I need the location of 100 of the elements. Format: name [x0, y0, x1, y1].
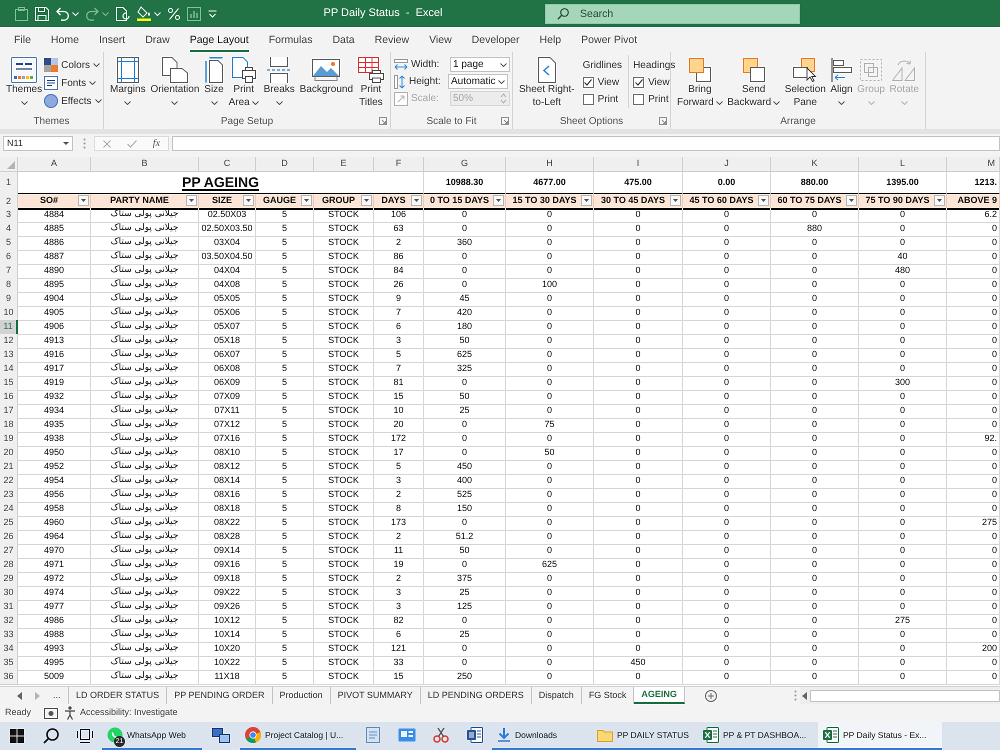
formula-field[interactable] — [172, 136, 1000, 151]
ribbon-tab[interactable]: Insert — [98, 31, 126, 52]
row-number[interactable]: 29 — [0, 572, 18, 586]
ribbon-button[interactable]: Breaks — [262, 55, 297, 109]
filter-button[interactable] — [361, 195, 372, 206]
column-letter[interactable]: I — [594, 157, 683, 172]
ribbon-button[interactable]: Orientation — [148, 55, 202, 109]
ribbon-button[interactable]: Themes — [4, 55, 44, 109]
undo-icon[interactable] — [56, 6, 69, 20]
dropdown[interactable]: Automatic — [448, 74, 508, 89]
filter-button[interactable] — [934, 195, 945, 206]
ribbon-tab[interactable]: Review — [374, 31, 410, 52]
taskbar-button[interactable]: Project Catalog | U... — [240, 722, 356, 750]
save-icon[interactable] — [35, 6, 49, 20]
dialog-launcher-icon[interactable] — [501, 117, 509, 125]
ribbon-button[interactable]: Selection Pane — [782, 55, 828, 109]
percent-icon[interactable] — [168, 8, 180, 20]
row-number[interactable]: 21 — [0, 460, 18, 474]
column-letter[interactable]: J — [683, 157, 771, 172]
row-number[interactable]: 7 — [0, 264, 18, 278]
column-letter[interactable]: A — [18, 157, 91, 172]
filter-button[interactable] — [411, 195, 422, 206]
row-number[interactable]: 32 — [0, 614, 18, 628]
column-letter[interactable]: M — [947, 157, 1000, 172]
row-number[interactable]: 30 — [0, 586, 18, 600]
add-sheet-icon[interactable] — [704, 690, 717, 702]
row-number[interactable]: 16 — [0, 390, 18, 404]
column-letter[interactable]: D — [256, 157, 314, 172]
ribbon-button[interactable]: Margins — [108, 55, 148, 109]
filter-button[interactable] — [186, 195, 197, 206]
column-letter[interactable]: B — [91, 157, 199, 172]
row-number[interactable]: 14 — [0, 362, 18, 376]
row-number[interactable]: 35 — [0, 656, 18, 670]
row-number[interactable]: 31 — [0, 600, 18, 614]
customize-icon[interactable] — [208, 10, 217, 18]
row-number[interactable]: 25 — [0, 516, 18, 530]
row-number[interactable]: 23 — [0, 488, 18, 502]
row-number[interactable]: 3 — [0, 208, 18, 222]
row-number[interactable]: 6 — [0, 250, 18, 264]
fill-color-icon[interactable] — [137, 6, 151, 21]
ribbon-tab[interactable]: Power Pivot — [581, 31, 638, 52]
filter-button[interactable] — [243, 195, 254, 206]
checkbox[interactable] — [582, 77, 594, 88]
checkbox[interactable] — [633, 77, 644, 88]
scroll-left-icon[interactable] — [17, 692, 22, 700]
filter-button[interactable] — [493, 195, 504, 206]
more-sheets-button[interactable]: ... — [53, 691, 61, 700]
checkbox-label[interactable]: Print — [598, 92, 618, 107]
column-letter[interactable]: H — [506, 157, 594, 172]
checkbox-label[interactable]: View — [598, 75, 620, 90]
ribbon-tab[interactable]: File — [14, 31, 31, 52]
dropdown[interactable]: 1 page — [450, 57, 510, 72]
checkbox[interactable] — [582, 94, 594, 105]
row-number[interactable]: 10 — [0, 306, 18, 320]
row-number[interactable]: 18 — [0, 418, 18, 432]
column-letter[interactable]: F — [374, 157, 424, 172]
row-number[interactable]: 4 — [0, 222, 18, 236]
ribbon-button[interactable]: Bring Forward — [675, 55, 725, 109]
checkbox-label[interactable]: View — [648, 75, 670, 90]
column-letter[interactable]: E — [314, 157, 374, 172]
row-number[interactable]: 26 — [0, 530, 18, 544]
taskbar-button[interactable]: PP DAILY STATUS — [592, 722, 698, 750]
row-number[interactable]: 33 — [0, 628, 18, 642]
insert-function-button[interactable]: fx — [152, 138, 160, 148]
row-number[interactable]: 27 — [0, 544, 18, 558]
row-number[interactable]: 1 — [0, 172, 18, 195]
column-letter[interactable]: L — [859, 157, 947, 172]
filter-button[interactable] — [581, 195, 592, 206]
row-number[interactable]: 22 — [0, 474, 18, 488]
search-field[interactable]: Search — [545, 4, 800, 24]
checkbox-label[interactable]: Print — [648, 92, 669, 107]
filter-button[interactable] — [758, 195, 769, 206]
ribbon-button[interactable]: Send Backward — [725, 55, 782, 109]
row-number[interactable]: 36 — [0, 670, 18, 684]
filter-button[interactable] — [846, 195, 857, 206]
task-view-icon[interactable] — [77, 729, 93, 743]
taskbar-button[interactable]: PP Daily Status - Ex... — [818, 722, 942, 750]
filter-button[interactable] — [78, 195, 89, 206]
filter-button[interactable] — [670, 195, 681, 206]
row-number[interactable]: 34 — [0, 642, 18, 656]
ribbon-tab[interactable]: Formulas — [268, 31, 312, 52]
start-icon[interactable] — [10, 729, 24, 743]
row-number[interactable]: 12 — [0, 334, 18, 348]
ribbon-tab[interactable]: Developer — [472, 31, 520, 52]
ribbon-button[interactable]: Print Titles — [356, 55, 386, 109]
name-box[interactable]: N11 — [3, 136, 73, 151]
column-letter[interactable]: G — [424, 157, 506, 172]
splitter-handle-icon[interactable] — [794, 690, 797, 701]
taskbar-button[interactable]: Downloads — [492, 722, 592, 750]
column-letter[interactable]: C — [199, 157, 256, 172]
scrollbar-thumb[interactable] — [810, 690, 1000, 702]
ribbon-tab[interactable]: View — [429, 31, 452, 52]
horizontal-scrollbar[interactable] — [800, 687, 1000, 704]
ribbon-button[interactable]: Sheet Right- to-Left — [517, 55, 577, 109]
ribbon-button[interactable]: Colors — [44, 56, 102, 74]
ribbon-button[interactable]: Background — [298, 55, 356, 96]
row-number[interactable]: 8 — [0, 278, 18, 292]
record-icon[interactable] — [44, 707, 58, 719]
column-letter[interactable]: K — [771, 157, 859, 172]
document-refresh-icon[interactable] — [116, 6, 130, 20]
